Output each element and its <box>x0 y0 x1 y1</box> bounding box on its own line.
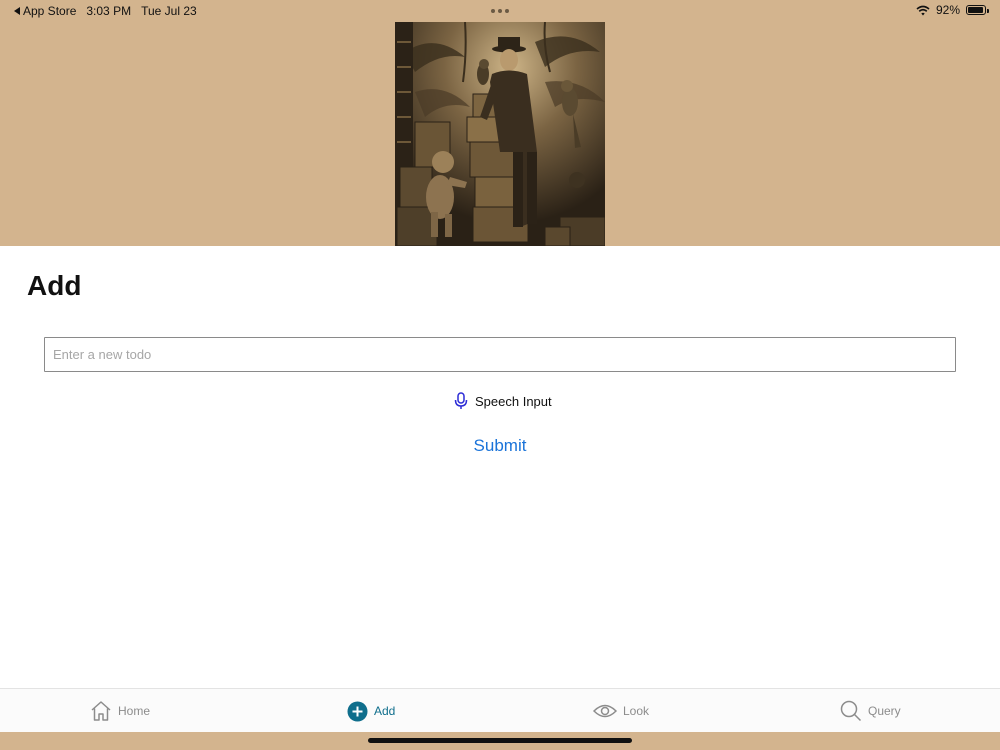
status-date: Tue Jul 23 <box>141 4 197 18</box>
tab-query[interactable]: Query <box>840 689 901 733</box>
battery-percent: 92% <box>935 3 960 17</box>
microphone-icon <box>454 392 468 409</box>
tab-look-label: Look <box>623 704 650 718</box>
tab-add-label: Add <box>374 704 396 718</box>
tab-query-label: Query <box>868 704 901 718</box>
home-indicator-area <box>0 732 1000 750</box>
header-area: App Store 3:03 PM Tue Jul 23 92% <box>0 0 1000 246</box>
todo-input[interactable] <box>44 337 956 372</box>
tab-home[interactable]: Home <box>90 689 150 733</box>
back-to-app-link[interactable]: App Store <box>14 4 76 18</box>
tab-bar: Home Add Look Query <box>0 688 1000 733</box>
dot <box>491 9 495 13</box>
search-icon <box>840 700 862 722</box>
home-icon <box>91 701 111 721</box>
wifi-icon <box>916 5 930 15</box>
status-bar: App Store 3:03 PM Tue Jul 23 92% <box>0 0 1000 22</box>
battery-icon <box>966 5 989 15</box>
status-bar-left: App Store 3:03 PM Tue Jul 23 <box>14 4 197 18</box>
speech-input-button[interactable]: Speech Input <box>454 392 552 410</box>
dot <box>505 9 509 13</box>
hero-image <box>395 22 605 246</box>
eye-icon <box>593 704 617 718</box>
battery-level <box>968 7 983 13</box>
jungle-explorer-illustration <box>395 22 605 246</box>
dot <box>498 9 502 13</box>
tab-add[interactable]: Add <box>347 689 395 733</box>
back-arrow-icon <box>14 7 20 15</box>
multitasking-dots-icon[interactable] <box>491 9 509 13</box>
back-app-label: App Store <box>23 4 77 18</box>
home-indicator[interactable] <box>368 738 632 743</box>
page-title: Add <box>27 270 82 301</box>
speech-input-label: Speech Input <box>475 393 552 409</box>
battery-tip <box>987 9 989 13</box>
status-time: 3:03 PM <box>86 4 132 18</box>
tab-look[interactable]: Look <box>593 689 649 733</box>
status-bar-right: 92% <box>916 3 989 17</box>
plus-circle-icon <box>347 701 368 721</box>
tab-home-label: Home <box>118 704 151 718</box>
submit-button[interactable]: Submit <box>0 436 1000 456</box>
